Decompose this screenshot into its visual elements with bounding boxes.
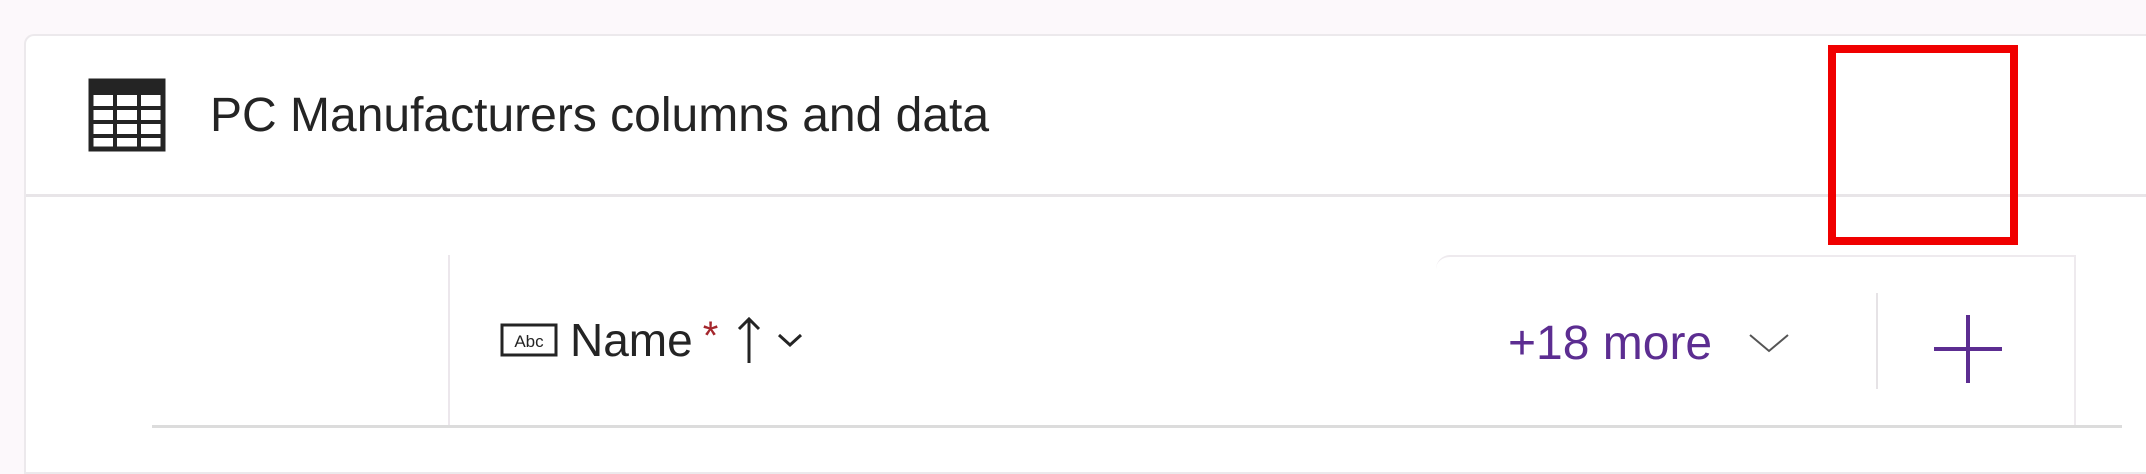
chevron-down-icon[interactable] bbox=[776, 331, 804, 349]
svg-text:Abc: Abc bbox=[514, 332, 544, 351]
sort-ascending-icon[interactable] bbox=[736, 315, 762, 365]
column-divider bbox=[448, 255, 450, 425]
add-column-divider bbox=[1876, 293, 1878, 389]
panel-title: PC Manufacturers columns and data bbox=[210, 89, 990, 142]
column-name-label: Name bbox=[570, 314, 693, 366]
chevron-down-icon bbox=[1749, 334, 1789, 353]
more-columns-button[interactable]: +18 more bbox=[1508, 313, 1790, 373]
required-marker: * bbox=[702, 313, 719, 358]
more-columns-label: +18 more bbox=[1508, 316, 1713, 370]
column-header-name[interactable]: Abc Name * bbox=[500, 313, 804, 367]
grid-header-border bbox=[152, 425, 2122, 428]
add-column-button[interactable] bbox=[1926, 307, 2010, 391]
highlight-box bbox=[1828, 45, 2018, 245]
text-abc-icon: Abc bbox=[500, 323, 558, 357]
table-icon bbox=[88, 78, 166, 152]
